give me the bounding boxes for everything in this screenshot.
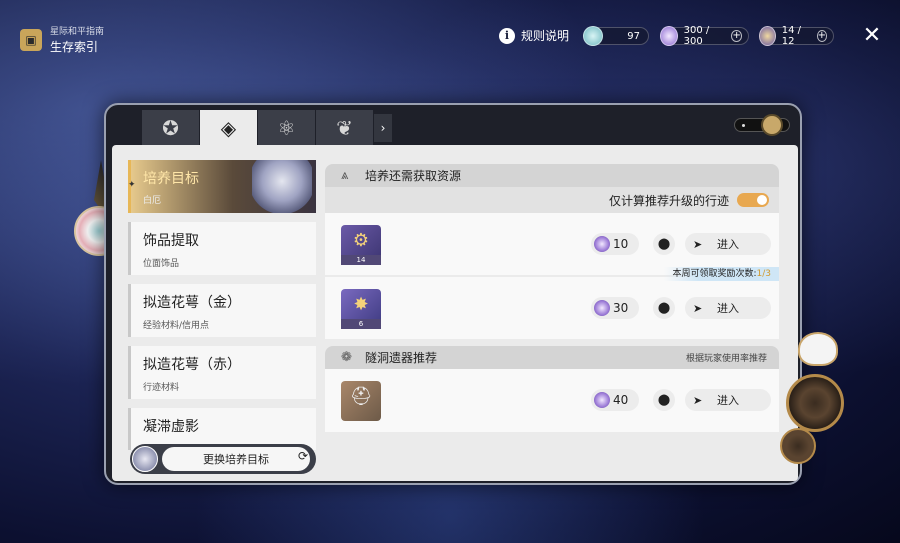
enter-button[interactable]: ➤ 进入 — [685, 389, 771, 411]
sidebar-item-calyx-gold[interactable]: 拟造花萼（金） 经验材料/信用点 — [128, 284, 316, 337]
sidebar-item-ornament[interactable]: 饰品提取 位面饰品 — [128, 222, 316, 275]
list-item: 本周可领取奖励次数:1/3 ✸ 6 30 ⬤ ➤ 进入 — [325, 267, 779, 339]
list-item: ⛑ 40 ⬤ ➤ 进入 — [325, 369, 779, 432]
recommend-note: 根据玩家使用率推荐 — [685, 354, 767, 364]
currency-stamina: 300 / 300 + — [660, 25, 749, 47]
currency-reserve: 14 / 12 + — [759, 25, 834, 47]
toggle-row: 仅计算推荐升级的行迹 — [325, 187, 779, 213]
material-icon: ✸ 6 — [341, 289, 381, 329]
close-icon[interactable]: ✕ — [862, 25, 882, 47]
list-item: ⚙ 14 10 ⬤ ➤ 进入 — [325, 213, 779, 275]
material-icon: ⚙ 14 — [341, 225, 381, 265]
currency-stamina-value: 300 / 300 — [683, 25, 710, 47]
recommended-traces-toggle[interactable] — [737, 193, 769, 207]
tab-category-3[interactable]: ⚛ — [258, 110, 315, 146]
enter-button[interactable]: ➤ 进入 — [685, 297, 771, 319]
tab-category-4[interactable]: ❦ — [316, 110, 373, 146]
relic-section-icon: ❁ — [341, 350, 352, 365]
stamina-cost: 40 — [591, 389, 639, 411]
arrow-icon: ➤ — [693, 237, 703, 251]
material-count: 14 — [341, 255, 381, 265]
change-target-label: 更换培养目标 — [203, 453, 269, 466]
avatar — [132, 446, 158, 472]
sidebar-item-label: 凝滞虚影 — [143, 419, 199, 435]
tab-category-1[interactable]: ✪ — [142, 110, 199, 146]
main-panel: ✪ ◈ ⚛ ❦ › ✦ 培养目标 白厄 饰品提取 位面饰品 拟造花萼（金） 经验… — [104, 103, 802, 485]
weekly-reward-count: 本周可领取奖励次数:1/3 — [664, 267, 779, 281]
location-pin-button[interactable]: ⬤ — [653, 297, 675, 319]
sidebar-item-sub: 行迹材料 — [143, 383, 180, 393]
guide-page-title: 生存索引 — [50, 40, 99, 54]
enter-label: 进入 — [717, 238, 739, 251]
section-header-relics: ❁ 隧洞遗器推荐 根据玩家使用率推荐 — [325, 346, 779, 369]
currency-fuel-value: 97 — [627, 30, 640, 42]
stamina-cost: 30 — [591, 297, 639, 319]
material-count: 6 — [341, 319, 381, 329]
arrow-icon: ➤ — [693, 301, 703, 315]
relic-icon: ⛑ — [341, 381, 381, 421]
character-portrait — [252, 160, 312, 213]
rules-label: 规则说明 — [521, 29, 570, 43]
stamina-cost: 10 — [591, 233, 639, 255]
arrow-icon: ➤ — [693, 393, 703, 407]
resource-icon: ⩓ — [341, 168, 349, 183]
rules-button[interactable]: i 规则说明 — [499, 27, 569, 44]
category-tabs: ✪ ◈ ⚛ ❦ › — [142, 110, 392, 146]
cost-value: 30 — [613, 301, 629, 315]
add-stamina-button[interactable]: + — [731, 30, 742, 42]
cost-value: 40 — [613, 393, 629, 407]
top-bar: ▣ 星际和平指南 生存索引 i 规则说明 97 300 / 300 + 14 /… — [0, 0, 900, 72]
currency-reserve-value: 14 / 12 — [781, 25, 802, 47]
sidebar-item-calyx-crimson[interactable]: 拟造花萼（赤） 行迹材料 — [128, 346, 316, 399]
weekly-prefix: 本周可领取奖励次数: — [672, 269, 757, 279]
tab-category-2[interactable]: ◈ — [200, 110, 257, 146]
emblem-icon — [761, 114, 783, 136]
reserve-coin-icon — [759, 26, 776, 46]
stamina-icon — [594, 300, 610, 316]
section-header-resources: ⩓ 培养还需获取资源 — [325, 164, 779, 187]
section-title: 培养还需获取资源 — [365, 169, 462, 183]
location-pin-button[interactable]: ⬤ — [653, 389, 675, 411]
refresh-icon: ⟳ — [297, 449, 308, 463]
guide-book-icon: ▣ — [20, 28, 42, 51]
stamina-icon — [594, 392, 610, 408]
guide-subtitle: 星际和平指南 — [50, 27, 105, 37]
frame-emblem — [734, 114, 790, 136]
sidebar-item-training-target[interactable]: ✦ 培养目标 白厄 — [128, 160, 316, 213]
currency-fuel: 97 — [583, 26, 649, 46]
flower-ornament-right — [780, 330, 860, 470]
sidebar-item-sub: 位面饰品 — [143, 259, 180, 269]
add-reserve-button[interactable]: + — [816, 30, 827, 42]
cost-value: 10 — [613, 237, 629, 251]
section-title: 隧洞遗器推荐 — [365, 351, 438, 365]
stamina-coin-icon — [660, 26, 678, 46]
toggle-label: 仅计算推荐升级的行迹 — [608, 193, 729, 208]
sidebar-item-label: 拟造花萼（赤） — [143, 357, 241, 373]
panel-body: ✦ 培养目标 白厄 饰品提取 位面饰品 拟造花萼（金） 经验材料/信用点 拟造花… — [112, 145, 798, 481]
guide-title: ▣ 星际和平指南 生存索引 — [20, 24, 104, 55]
pin-icon: ✦ — [128, 180, 136, 190]
fuel-coin-icon — [583, 26, 603, 46]
sidebar-item-label: 饰品提取 — [143, 233, 199, 249]
enter-label: 进入 — [717, 394, 739, 407]
tabs-next-icon[interactable]: › — [374, 114, 392, 142]
bird-ornament — [798, 332, 838, 366]
enter-button[interactable]: ➤ 进入 — [685, 233, 771, 255]
sidebar-list: ✦ 培养目标 白厄 饰品提取 位面饰品 拟造花萼（金） 经验材料/信用点 拟造花… — [128, 160, 318, 450]
sidebar-item-label: 拟造花萼（金） — [143, 295, 241, 311]
enter-label: 进入 — [717, 302, 739, 315]
info-icon: i — [499, 27, 515, 44]
weekly-value: 1/3 — [756, 269, 771, 279]
stamina-icon — [594, 236, 610, 252]
sidebar-item-sub: 经验材料/信用点 — [143, 321, 210, 331]
change-target-button[interactable]: 更换培养目标 ⟳ — [130, 444, 316, 474]
location-pin-button[interactable]: ⬤ — [653, 233, 675, 255]
